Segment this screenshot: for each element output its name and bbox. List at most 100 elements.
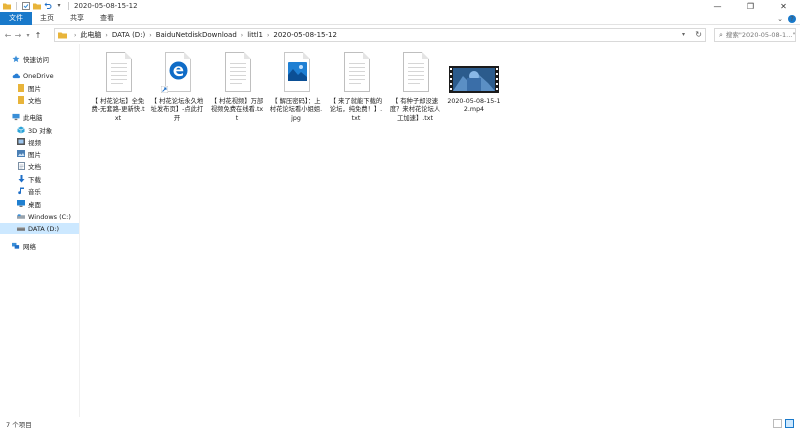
address-dropdown-icon[interactable]: ▾ xyxy=(682,31,685,38)
nav-3d-objects[interactable]: 3D 对象 xyxy=(0,124,79,135)
breadcrumb-littl1[interactable]: littl1 xyxy=(247,31,263,39)
nav-network[interactable]: 网络 xyxy=(0,240,79,251)
text-file-icon xyxy=(208,50,266,96)
breadcrumb-current[interactable]: 2020-05-08-15-12 xyxy=(273,31,337,39)
chevron-right-icon[interactable]: › xyxy=(241,32,243,39)
text-file-icon xyxy=(386,50,444,96)
folder-icon[interactable] xyxy=(3,2,11,10)
expand-ribbon-button[interactable]: ⌄ xyxy=(777,15,783,23)
tab-share[interactable]: 共享 xyxy=(62,12,92,25)
file-name: 【 村花论坛】全免费-无套路-更新快.txt xyxy=(91,98,145,122)
file-name: 【 村花论坛永久地址发布页】-点此打开 xyxy=(150,98,204,122)
recent-locations-button[interactable]: ▾ xyxy=(23,28,33,42)
edge-shortcut-icon xyxy=(148,50,206,96)
minimize-button[interactable]: — xyxy=(701,0,734,12)
cube-icon xyxy=(17,126,25,134)
nav-onedrive[interactable]: OneDrive xyxy=(0,70,79,81)
nav-videos[interactable]: 视频 xyxy=(0,136,79,147)
nav-onedrive-documents[interactable]: 文档 xyxy=(0,94,79,105)
help-icon[interactable]: ? xyxy=(788,14,796,23)
picture-icon xyxy=(17,150,25,158)
tab-view[interactable]: 查看 xyxy=(92,12,122,25)
nav-this-pc[interactable]: 此电脑 xyxy=(0,111,79,122)
nav-onedrive-pictures[interactable]: 图片 xyxy=(0,82,79,93)
nav-windows-c[interactable]: Windows (C:) xyxy=(0,211,79,222)
forward-button[interactable]: → xyxy=(13,28,23,42)
file-name: 【 有种子却没速度？来村花论坛人工加速】.txt xyxy=(389,98,441,122)
drive-icon xyxy=(17,213,25,221)
file-item[interactable]: 【 村花论坛永久地址发布页】-点此打开 xyxy=(148,50,206,123)
video-icon xyxy=(17,138,25,146)
computer-icon xyxy=(12,113,20,121)
folder-icon xyxy=(17,83,25,92)
file-item[interactable]: 【 解压密码】：上村花论坛看小姐姐.jpg xyxy=(267,50,325,123)
nav-music[interactable]: 音乐 xyxy=(0,185,79,196)
undo-icon[interactable] xyxy=(44,2,52,10)
file-item[interactable]: 2020-05-08-15-12.mp4 xyxy=(445,50,503,115)
status-bar: 7 个项目 xyxy=(0,417,800,430)
view-switcher xyxy=(773,419,794,428)
cloud-icon xyxy=(12,72,20,80)
file-item[interactable]: 【 村花视频】万部视频免费在线看.txt xyxy=(208,50,266,123)
address-bar[interactable]: › 此电脑 › DATA (D:) › BaiduNetdiskDownload… xyxy=(54,28,706,42)
tab-home[interactable]: 主页 xyxy=(32,12,62,25)
search-icon: ⌕ xyxy=(719,30,723,39)
document-icon xyxy=(17,161,25,170)
desktop-icon xyxy=(17,200,25,208)
divider xyxy=(68,2,69,10)
file-item[interactable]: 【 村花论坛】全免费-无套路-更新快.txt xyxy=(89,50,147,123)
chevron-right-icon[interactable]: › xyxy=(74,32,76,39)
folder-icon xyxy=(17,95,25,104)
window-title: 2020-05-08-15-12 xyxy=(74,2,138,10)
address-row: ← → ▾ ↑ › 此电脑 › DATA (D:) › BaiduNetdisk… xyxy=(0,26,800,44)
file-list: 【 村花论坛】全免费-无套路-更新快.txt 【 村花论坛永久地址发布页】-点此… xyxy=(81,44,800,417)
file-item[interactable]: 【 来了就能下载的论坛，纯免费！】.txt xyxy=(327,50,385,123)
title-bar: ▾ 2020-05-08-15-12 — ❐ ✕ xyxy=(0,0,800,12)
new-folder-icon[interactable] xyxy=(33,2,41,10)
search-input[interactable] xyxy=(725,31,796,39)
nav-data-d[interactable]: DATA (D:) xyxy=(0,223,79,234)
chevron-right-icon[interactable]: › xyxy=(149,32,151,39)
nav-desktop[interactable]: 桌面 xyxy=(0,198,79,209)
breadcrumb-this-pc[interactable]: 此电脑 xyxy=(80,30,101,40)
nav-quick-access[interactable]: 快速访问 xyxy=(0,53,79,64)
divider xyxy=(16,2,17,10)
chevron-down-icon[interactable]: ▾ xyxy=(55,2,63,10)
video-thumbnail xyxy=(445,50,503,96)
ribbon-right-controls: ⌄ ? xyxy=(777,13,796,24)
back-button[interactable]: ← xyxy=(3,28,13,42)
refresh-icon[interactable]: ↻ xyxy=(695,30,702,39)
nav-downloads[interactable]: 下载 xyxy=(0,173,79,184)
close-button[interactable]: ✕ xyxy=(767,0,800,12)
file-name: 【 解压密码】：上村花论坛看小姐姐.jpg xyxy=(269,98,323,122)
file-name: 【 村花视频】万部视频免费在线看.txt xyxy=(210,98,264,122)
network-icon xyxy=(12,242,20,250)
text-file-icon xyxy=(327,50,385,96)
text-file-icon xyxy=(89,50,147,96)
window-controls: — ❐ ✕ xyxy=(701,0,800,12)
large-icons-view-icon[interactable] xyxy=(785,419,794,428)
tab-file[interactable]: 文件 xyxy=(0,11,32,25)
music-icon xyxy=(17,187,25,195)
shortcut-arrow-icon xyxy=(161,86,168,93)
chevron-right-icon[interactable]: › xyxy=(105,32,107,39)
up-button[interactable]: ↑ xyxy=(33,28,43,42)
nav-pictures[interactable]: 图片 xyxy=(0,148,79,159)
folder-icon xyxy=(58,31,67,39)
nav-documents[interactable]: 文档 xyxy=(0,160,79,171)
breadcrumb-baidu[interactable]: BaiduNetdiskDownload xyxy=(156,31,237,39)
star-icon xyxy=(12,55,20,63)
search-box[interactable]: ⌕ xyxy=(714,28,796,42)
file-name: 2020-05-08-15-12.mp4 xyxy=(447,98,501,114)
quick-access-toolbar: ▾ xyxy=(0,0,71,12)
drive-icon xyxy=(17,225,25,233)
maximize-button[interactable]: ❐ xyxy=(734,0,767,12)
chevron-right-icon[interactable]: › xyxy=(267,32,269,39)
download-icon xyxy=(17,174,25,183)
breadcrumb-data-drive[interactable]: DATA (D:) xyxy=(112,31,145,39)
ribbon-tabs: 文件 主页 共享 查看 ⌄ ? xyxy=(0,11,800,25)
details-view-icon[interactable] xyxy=(773,419,782,428)
item-count: 7 个项目 xyxy=(6,420,32,429)
properties-icon[interactable] xyxy=(22,2,30,10)
file-item[interactable]: 【 有种子却没速度？来村花论坛人工加速】.txt xyxy=(386,50,444,123)
